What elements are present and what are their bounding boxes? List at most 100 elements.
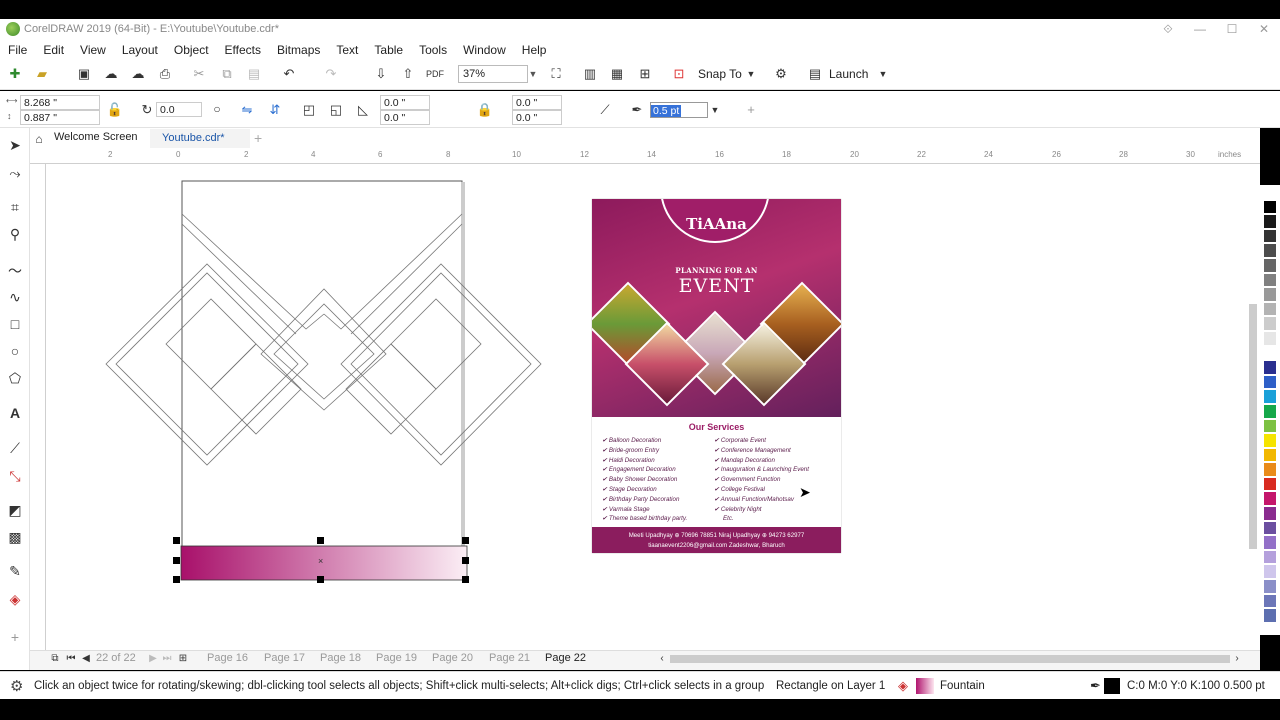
horizontal-scroll-thumb[interactable] xyxy=(670,655,1230,663)
vertical-scroll-thumb[interactable] xyxy=(1249,304,1257,549)
publish-pdf-icon[interactable]: PDF xyxy=(426,65,444,83)
palette-swatch[interactable] xyxy=(1263,433,1277,448)
page-tab-22[interactable]: Page 22 xyxy=(545,652,586,664)
open-icon[interactable]: ▰ xyxy=(33,65,51,83)
copy-icon[interactable]: ⧉ xyxy=(218,65,236,83)
scroll-right-icon[interactable]: › xyxy=(1228,650,1246,668)
text-tool-icon[interactable]: A xyxy=(6,404,24,422)
corner-radius-bottom-right-field[interactable]: 0.0 " xyxy=(512,110,562,125)
cloud-download-icon[interactable]: ☁ xyxy=(129,65,147,83)
palette-swatch[interactable] xyxy=(1263,199,1277,215)
page-tab-20[interactable]: Page 20 xyxy=(432,652,473,664)
menu-help[interactable]: Help xyxy=(522,43,547,57)
page-tab-17[interactable]: Page 17 xyxy=(264,652,305,664)
previous-page-icon[interactable]: ◀ xyxy=(77,650,95,668)
outline-color-swatch[interactable] xyxy=(1104,678,1120,694)
selected-gradient-rectangle[interactable] xyxy=(180,545,468,581)
menu-effects[interactable]: Effects xyxy=(225,43,261,57)
polygon-tool-icon[interactable]: ⬠ xyxy=(6,369,24,387)
menu-edit[interactable]: Edit xyxy=(43,43,64,57)
menu-object[interactable]: Object xyxy=(174,43,209,57)
lock-ratio-icon[interactable]: 🔓 xyxy=(106,101,124,119)
options-gear-icon[interactable]: ⚙ xyxy=(772,65,790,83)
scalloped-corner-icon[interactable]: ◱ xyxy=(327,101,345,119)
redo-icon[interactable]: ↷ xyxy=(322,65,340,83)
corner-radius-top-left-field[interactable]: 0.0 " xyxy=(380,95,430,110)
minimize-button[interactable]: — xyxy=(1184,19,1216,39)
palette-swatch[interactable] xyxy=(1263,301,1277,317)
palette-swatch[interactable] xyxy=(1263,564,1277,580)
zoom-tool-icon[interactable]: ⚲ xyxy=(6,225,24,243)
rectangle-tool-icon[interactable]: □ xyxy=(6,315,24,333)
palette-swatch[interactable] xyxy=(1263,535,1277,550)
help-icon[interactable]: ⟐ xyxy=(1152,19,1184,39)
palette-swatch[interactable] xyxy=(1263,491,1277,507)
save-icon[interactable]: ▣ xyxy=(75,65,93,83)
palette-swatch[interactable] xyxy=(1263,330,1277,346)
palette-swatch[interactable] xyxy=(1263,360,1277,375)
new-document-icon[interactable]: ✚ xyxy=(6,65,24,83)
show-rulers-icon[interactable]: ▥ xyxy=(581,65,599,83)
menu-layout[interactable]: Layout xyxy=(122,43,158,57)
menu-text[interactable]: Text xyxy=(336,43,358,57)
palette-swatch[interactable] xyxy=(1263,345,1277,361)
palette-swatch[interactable] xyxy=(1263,418,1277,434)
palette-swatch[interactable] xyxy=(1263,593,1277,609)
lock-corners-icon[interactable]: 🔒 xyxy=(476,101,494,119)
full-screen-preview-icon[interactable]: ⛶ xyxy=(547,65,565,83)
scroll-left-icon[interactable]: ‹ xyxy=(653,650,671,668)
chamfered-corner-icon[interactable]: ◺ xyxy=(354,101,372,119)
palette-swatch[interactable] xyxy=(1263,462,1277,477)
color-palette[interactable] xyxy=(1260,185,1280,635)
palette-swatch[interactable] xyxy=(1263,228,1277,244)
snap-to-icon[interactable]: ⊡ xyxy=(670,65,688,83)
shape-tool-icon[interactable]: ⤳ xyxy=(6,164,24,182)
menu-tools[interactable]: Tools xyxy=(419,43,447,57)
tab-welcome-screen[interactable]: Welcome Screen xyxy=(34,131,138,143)
interactive-fill-tool-icon[interactable]: ◈ xyxy=(6,590,24,608)
launch-icon[interactable]: ▤ xyxy=(806,65,824,83)
diamond-frame-artwork[interactable]: × xyxy=(46,164,606,604)
palette-swatch[interactable] xyxy=(1263,316,1277,331)
fill-swatch[interactable] xyxy=(916,678,934,694)
transparency-tool-icon[interactable]: ▩ xyxy=(6,528,24,546)
close-button[interactable]: ✕ xyxy=(1248,19,1280,39)
artistic-media-tool-icon[interactable]: ∿ xyxy=(6,288,24,306)
menu-bitmaps[interactable]: Bitmaps xyxy=(277,43,320,57)
palette-swatch[interactable] xyxy=(1263,257,1277,273)
palette-swatch[interactable] xyxy=(1263,214,1277,229)
palette-swatch[interactable] xyxy=(1263,389,1277,404)
corner-radius-bottom-left-field[interactable]: 0.0 " xyxy=(380,110,430,125)
palette-swatch[interactable] xyxy=(1263,579,1277,594)
palette-swatch[interactable] xyxy=(1263,272,1277,288)
palette-swatch[interactable] xyxy=(1263,447,1277,463)
palette-swatch[interactable] xyxy=(1263,287,1277,302)
outline-width-dropdown-arrow[interactable]: ▼ xyxy=(706,101,724,119)
import-icon[interactable]: ⇩ xyxy=(372,65,390,83)
outline-width-field[interactable]: 0.5 pt xyxy=(650,102,708,118)
snap-to-dropdown-arrow[interactable]: ▼ xyxy=(742,65,760,83)
new-tab-button[interactable]: + xyxy=(254,130,262,146)
add-tool-icon[interactable]: + xyxy=(6,628,24,646)
page-tab-19[interactable]: Page 19 xyxy=(376,652,417,664)
object-width-field[interactable]: 8.268 " xyxy=(20,95,100,110)
maximize-button[interactable]: ☐ xyxy=(1216,19,1248,39)
drop-shadow-tool-icon[interactable]: ◩ xyxy=(6,501,24,519)
page-tab-16[interactable]: Page 16 xyxy=(207,652,248,664)
menu-file[interactable]: File xyxy=(8,43,27,57)
corner-radius-top-right-field[interactable]: 0.0 " xyxy=(512,95,562,110)
mirror-horizontal-icon[interactable]: ⇋ xyxy=(238,101,256,119)
show-guidelines-icon[interactable]: ⊞ xyxy=(636,65,654,83)
mirror-vertical-icon[interactable]: ⇵ xyxy=(266,101,284,119)
rotation-angle-field[interactable]: 0.0 xyxy=(156,102,202,117)
palette-swatch[interactable] xyxy=(1263,608,1277,623)
palette-swatch[interactable] xyxy=(1263,403,1277,419)
add-page-icon[interactable]: ⊞ xyxy=(174,650,192,668)
status-settings-gear-icon[interactable]: ⚙ xyxy=(10,677,23,695)
menu-view[interactable]: View xyxy=(80,43,106,57)
object-height-field[interactable]: 0.887 " xyxy=(20,110,100,125)
vertical-scrollbar[interactable] xyxy=(1246,164,1260,650)
tab-youtube-document[interactable]: Youtube.cdr* xyxy=(150,129,250,149)
palette-swatch[interactable] xyxy=(1263,549,1277,565)
palette-swatch[interactable] xyxy=(1263,476,1277,492)
